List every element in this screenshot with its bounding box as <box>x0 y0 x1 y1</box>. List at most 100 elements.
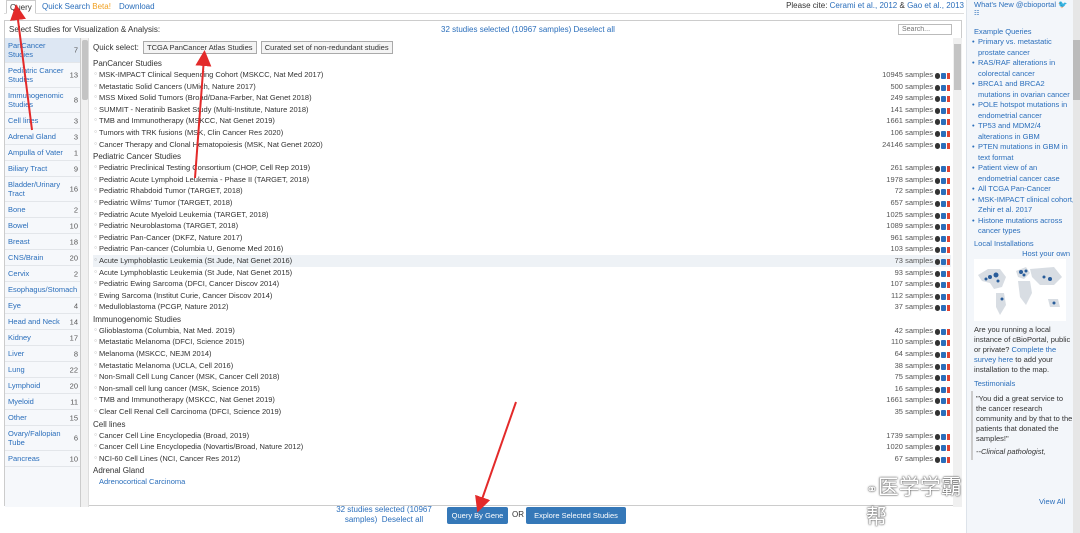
category-item[interactable]: Lymphoid 20 <box>5 378 80 394</box>
pubmed-icon[interactable] <box>947 445 950 452</box>
study-row[interactable]: ○ Non-Small Cell Lung Cancer (MSK, Cancer… <box>93 371 951 383</box>
study-action-icons[interactable] <box>935 164 951 173</box>
deselect-all-link-top[interactable]: Deselect all <box>574 25 615 34</box>
pubmed-icon[interactable] <box>947 328 950 335</box>
tab-query[interactable]: Query <box>6 0 36 14</box>
category-item[interactable]: Bowel 10 <box>5 218 80 234</box>
category-item[interactable]: PanCancer Studies 7 <box>5 38 80 63</box>
study-link[interactable]: Adrenocortical Carcinoma <box>93 476 951 487</box>
example-query-link[interactable]: POLE hotspot mutations in endometrial ca… <box>967 100 1080 121</box>
study-row[interactable]: ○ MSS Mixed Solid Tumors (Broad/Dana-Farb… <box>93 92 951 104</box>
pubmed-icon[interactable] <box>947 212 950 219</box>
info-icon[interactable] <box>935 258 940 265</box>
pubmed-icon[interactable] <box>947 224 950 231</box>
pubmed-icon[interactable] <box>947 305 950 312</box>
study-action-icons[interactable] <box>935 303 951 312</box>
study-checkbox[interactable]: ○ <box>94 267 97 279</box>
summary-icon[interactable] <box>941 375 946 382</box>
category-item[interactable]: Pediatric Cancer Studies 13 <box>5 63 80 88</box>
study-row[interactable]: ○ Acute Lymphoblastic Leukemia (St Jude, … <box>93 267 951 279</box>
study-action-icons[interactable] <box>935 327 951 335</box>
info-icon[interactable] <box>935 456 940 463</box>
study-row[interactable]: ○ Non-small cell lung cancer (MSK, Scienc… <box>93 383 951 395</box>
study-checkbox[interactable]: ○ <box>94 81 97 93</box>
category-scrollbar[interactable] <box>81 38 89 507</box>
summary-icon[interactable] <box>941 410 946 417</box>
study-checkbox[interactable]: ○ <box>94 325 97 337</box>
study-row[interactable]: ○ SUMMIT - Neratinib Basket Study (Multi-… <box>93 104 951 116</box>
info-icon[interactable] <box>935 130 940 137</box>
summary-icon[interactable] <box>941 212 946 219</box>
study-action-icons[interactable] <box>935 350 951 359</box>
pubmed-icon[interactable] <box>947 119 950 126</box>
category-item[interactable]: Liver 8 <box>5 346 80 362</box>
example-query-link[interactable]: Primary vs. metastatic prostate cancer <box>967 37 1080 58</box>
summary-icon[interactable] <box>941 96 946 103</box>
study-checkbox[interactable]: ○ <box>94 371 97 383</box>
summary-icon[interactable] <box>941 456 946 463</box>
summary-icon[interactable] <box>941 200 946 207</box>
study-action-icons[interactable] <box>935 408 951 417</box>
summary-icon[interactable] <box>941 258 946 265</box>
study-row[interactable]: ○ TMB and Immunotherapy (MSKCC, Nat Genet… <box>93 115 951 127</box>
summary-icon[interactable] <box>941 142 946 149</box>
study-row[interactable]: ○ Pediatric Ewing Sarcoma (DFCI, Cancer D… <box>93 278 951 290</box>
pubmed-icon[interactable] <box>947 293 950 300</box>
summary-icon[interactable] <box>941 328 946 335</box>
study-action-icons[interactable] <box>935 222 951 231</box>
study-row[interactable]: ○ Pediatric Acute Lymphoid Leukemia - Pha… <box>93 174 951 186</box>
study-row[interactable]: ○ TMB and Immunotherapy (MSKCC, Nat Genet… <box>93 394 951 406</box>
pubmed-icon[interactable] <box>947 433 950 440</box>
study-row[interactable]: ○ Pediatric Neuroblastoma (TARGET, 2018) 1… <box>93 220 951 232</box>
study-search-input[interactable] <box>898 24 952 35</box>
info-icon[interactable] <box>935 363 940 370</box>
twitter-icon[interactable]: 🐦 <box>1058 0 1067 9</box>
study-checkbox[interactable]: ○ <box>94 360 97 372</box>
info-icon[interactable] <box>935 433 940 440</box>
category-item[interactable]: Kidney 17 <box>5 330 80 346</box>
example-query-link[interactable]: TP53 and MDM2/4 alterations in GBM <box>967 121 1080 142</box>
example-query-link[interactable]: BRCA1 and BRCA2 mutations in ovarian can… <box>967 79 1080 100</box>
info-icon[interactable] <box>935 352 940 359</box>
summary-icon[interactable] <box>941 235 946 242</box>
study-action-icons[interactable] <box>935 199 951 207</box>
study-action-icons[interactable] <box>935 83 951 91</box>
view-all-testimonials-link[interactable]: View All <box>1039 497 1065 506</box>
study-row[interactable]: ○ Tumors with TRK fusions (MSK, Clin Canc… <box>93 127 951 139</box>
pubmed-icon[interactable] <box>947 107 950 114</box>
study-checkbox[interactable]: ○ <box>94 441 97 453</box>
study-row[interactable]: ○ Glioblastoma (Columbia, Nat Med. 2019) 4… <box>93 325 951 337</box>
pubmed-icon[interactable] <box>947 363 950 370</box>
study-checkbox[interactable]: ○ <box>94 69 97 81</box>
study-action-icons[interactable] <box>935 338 951 347</box>
summary-icon[interactable] <box>941 107 946 114</box>
summary-icon[interactable] <box>941 386 946 393</box>
example-query-link[interactable]: RAS/RAF alterations in colorectal cancer <box>967 58 1080 79</box>
study-action-icons[interactable] <box>935 292 951 300</box>
category-item[interactable]: Cell lines 3 <box>5 113 80 129</box>
pubmed-icon[interactable] <box>947 84 950 91</box>
study-action-icons[interactable] <box>935 94 951 103</box>
pubmed-icon[interactable] <box>947 177 950 184</box>
study-action-icons[interactable] <box>935 455 951 463</box>
study-checkbox[interactable]: ○ <box>94 383 97 395</box>
info-icon[interactable] <box>935 235 940 242</box>
study-checkbox[interactable]: ○ <box>94 301 97 313</box>
category-item[interactable]: Cervix 2 <box>5 266 80 282</box>
study-row[interactable]: ○ Metastatic Melanoma (DFCI, Science 2015… <box>93 336 951 348</box>
pubmed-icon[interactable] <box>947 258 950 265</box>
study-action-icons[interactable] <box>935 432 951 440</box>
study-row[interactable]: ○ Pediatric Rhabdoid Tumor (TARGET, 2018)… <box>93 185 951 197</box>
study-checkbox[interactable]: ○ <box>94 336 97 348</box>
summary-icon[interactable] <box>941 445 946 452</box>
study-checkbox[interactable]: ○ <box>94 162 97 174</box>
summary-icon[interactable] <box>941 119 946 126</box>
summary-icon[interactable] <box>941 189 946 196</box>
summary-icon[interactable] <box>941 130 946 137</box>
study-checkbox[interactable]: ○ <box>94 127 97 139</box>
study-row[interactable]: ○ MSK-IMPACT Clinical Sequencing Cohort (… <box>93 69 951 81</box>
example-query-link[interactable]: All TCGA Pan-Cancer <box>967 184 1080 195</box>
whats-new-link[interactable]: What's New <box>974 0 1014 9</box>
info-icon[interactable] <box>935 410 940 417</box>
info-icon[interactable] <box>935 177 940 184</box>
